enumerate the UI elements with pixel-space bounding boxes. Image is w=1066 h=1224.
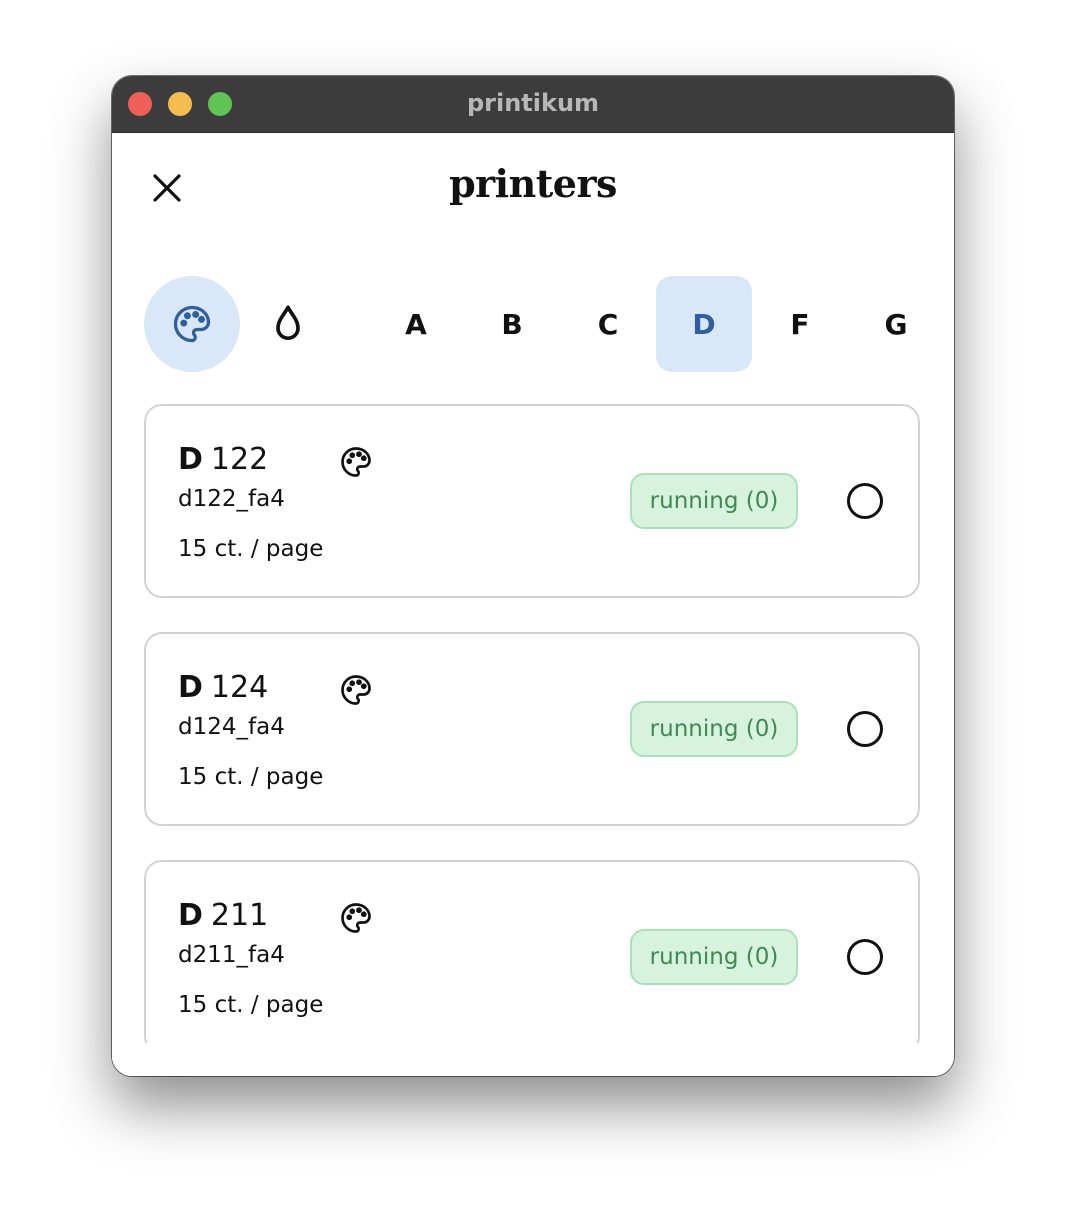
printer-room: 122 — [210, 442, 269, 477]
printer-building: D — [178, 670, 203, 705]
window-title: printikum — [466, 89, 600, 117]
printers-page: printers A B C D F G D 122 d122_fa4 15 c… — [112, 133, 954, 1076]
filter-ink-button[interactable] — [240, 276, 336, 372]
select-radio[interactable] — [847, 939, 883, 975]
printer-price: 15 ct. / page — [178, 536, 324, 562]
printer-card[interactable]: D 211 d211_fa4 15 ct. / page running (0) — [144, 860, 920, 1054]
printer-room: 124 — [210, 670, 269, 705]
printer-price: 15 ct. / page — [178, 992, 324, 1018]
printer-queue: d211_fa4 — [178, 942, 285, 968]
printer-queue: d124_fa4 — [178, 714, 285, 740]
filter-building-d[interactable]: D — [656, 276, 752, 372]
title-bar: printikum — [112, 76, 954, 133]
page-title: printers — [449, 161, 617, 206]
filter-bar: A B C D F G — [144, 276, 922, 372]
filter-building-b[interactable]: B — [464, 276, 560, 372]
printer-name: D 124 — [178, 670, 268, 705]
status-badge: running (0) — [630, 929, 798, 985]
printer-card[interactable]: D 122 d122_fa4 15 ct. / page running (0) — [144, 404, 920, 598]
app-window: printikum printers A B C D F G D 122 d12… — [112, 76, 954, 1076]
printer-name: D 211 — [178, 898, 268, 933]
select-radio[interactable] — [847, 483, 883, 519]
droplet-icon — [276, 305, 300, 340]
printer-card[interactable]: D 124 d124_fa4 15 ct. / page running (0) — [144, 632, 920, 826]
filter-color-button[interactable] — [144, 276, 240, 372]
palette-icon — [341, 675, 371, 705]
status-badge: running (0) — [630, 701, 798, 757]
status-badge: running (0) — [630, 473, 798, 529]
filter-building-g[interactable]: G — [848, 276, 944, 372]
palette-icon — [341, 903, 371, 933]
palette-icon — [341, 447, 371, 477]
printer-name: D 122 — [178, 442, 268, 477]
filter-building-a[interactable]: A — [368, 276, 464, 372]
printer-price: 15 ct. / page — [178, 764, 324, 790]
select-radio[interactable] — [847, 711, 883, 747]
list-clip — [112, 1043, 954, 1076]
palette-icon — [173, 305, 211, 343]
printer-building: D — [178, 898, 203, 933]
printer-room: 211 — [210, 898, 269, 933]
printer-queue: d122_fa4 — [178, 486, 285, 512]
filter-building-c[interactable]: C — [560, 276, 656, 372]
filter-building-f[interactable]: F — [752, 276, 848, 372]
printer-building: D — [178, 442, 203, 477]
